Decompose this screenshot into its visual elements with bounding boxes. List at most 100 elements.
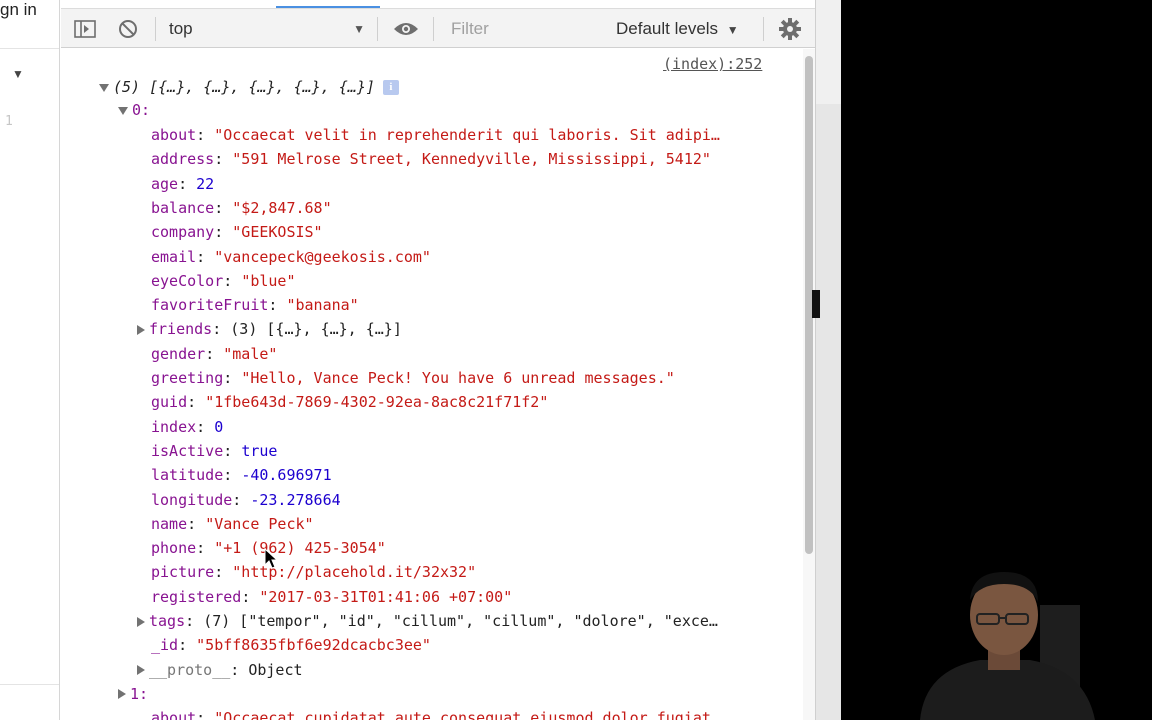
clear-console-icon[interactable] [116,18,140,40]
property-value: "Hello, Vance Peck! You have 6 unread me… [241,369,675,387]
property-row: index: 0 [151,417,224,436]
property-key: gender [151,344,206,363]
console-output: (index):252 (5) [{…}, {…}, {…}, {…}, {…}… [61,49,803,720]
property-row: gender: "male" [151,344,278,363]
property-value: 22 [196,174,215,193]
property-value: "blue" [241,271,296,290]
property-row: about: "Occaecat velit in reprehenderit … [151,126,720,144]
expand-triangle-icon[interactable] [137,665,145,676]
property-key: guid [151,393,188,412]
property-key: longitude [151,490,233,509]
property-row: registered: "2017-03-31T01:41:06 +07:00" [151,587,513,606]
property-value: "1fbe643d-7869-4302-92ea-8ac8c21f71f2" [205,393,549,412]
line-number: 1 [5,114,13,129]
array-row[interactable]: (5) [{…}, {…}, {…}, {…}, {…}] i [99,76,399,98]
property-key: _id [151,636,179,655]
property-key: email [151,247,197,266]
log-levels-label: Default levels [616,19,719,38]
toolbar-separator [377,17,378,41]
page-strip: gn in ▼ 1 [0,0,60,720]
property-key: balance [151,198,215,217]
property-value: "2017-03-31T01:41:06 +07:00" [259,587,513,606]
property-row: greeting: "Hello, Vance Peck! You have 6… [151,369,675,387]
expand-triangle-icon[interactable] [118,106,128,115]
property-key: address [151,150,215,169]
gear-icon[interactable] [778,18,802,40]
property-value: (3) [{…}, {…}, {…}] [230,320,402,339]
property-value: -40.696971 [241,466,332,485]
property-row: _id: "5bff8635fbf6e92dcacbc3ee" [151,636,431,655]
info-icon[interactable]: i [382,80,399,95]
property-row: eyeColor: "blue" [151,271,296,290]
property-key: __proto__ [149,660,231,679]
source-link[interactable]: (index):252 [663,55,762,73]
property-key: eyeColor [151,271,224,290]
devtools-panel: top ▼ Default levels ▼ (index):252 (5) [… [61,0,816,720]
property-key: greeting [151,369,224,387]
eye-icon[interactable] [393,18,419,40]
expand-triangle-icon[interactable] [137,324,145,335]
property-key: latitude [151,466,224,485]
property-value: "vancepeck@geekosis.com" [214,247,431,266]
mouse-cursor-icon [264,548,278,569]
property-value: "GEEKOSIS" [232,223,323,242]
property-value: "$2,847.68" [232,198,332,217]
property-row: favoriteFruit: "banana" [151,296,359,315]
property-value: "5bff8635fbf6e92dcacbc3ee" [196,636,431,655]
property-key: tags [149,612,186,630]
object-row[interactable]: 0: [118,99,150,121]
property-key: isActive [151,441,224,460]
divider [0,48,59,49]
property-row[interactable]: tags: (7) ["tempor", "id", "cillum", "ci… [137,610,718,632]
dropdown-arrow-icon: ▼ [353,22,365,36]
expand-triangle-icon[interactable] [118,689,126,700]
sidebar-toggle-icon[interactable] [73,18,97,40]
property-row[interactable]: friends: (3) [{…}, {…}, {…}] [137,318,402,340]
property-row: isActive: true [151,441,278,460]
property-row: picture: "http://placehold.it/32x32" [151,563,477,582]
toolbar-separator [433,17,434,41]
filter-input[interactable] [445,17,603,41]
property-key: registered [151,587,242,606]
property-value: "male" [223,344,278,363]
property-row: company: "GEEKOSIS" [151,223,323,242]
property-value: (7) ["tempor", "id", "cillum", "cillum",… [203,612,718,630]
property-key: company [151,223,215,242]
property-row: about: "Occaecat cupidatat aute consequa… [151,707,720,720]
page-edge [816,0,841,720]
property-key: favoriteFruit [151,296,269,315]
property-row[interactable]: __proto__: Object [137,659,303,681]
property-key: friends [149,320,213,339]
property-row: email: "vancepeck@geekosis.com" [151,247,431,266]
context-selector[interactable]: top ▼ [169,17,365,41]
property-row: balance: "$2,847.68" [151,198,332,217]
dropdown-arrow-icon: ▼ [726,23,739,37]
property-row: address: "591 Melrose Street, Kennedyvil… [151,150,711,169]
toolbar-separator [763,17,764,41]
property-value: Object [248,660,303,679]
property-value: "Occaecat cupidatat aute consequat eiusm… [214,709,720,720]
property-value: "+1 (962) 425-3054" [214,539,386,558]
property-row: longitude: -23.278664 [151,490,341,509]
property-value: -23.278664 [250,490,341,509]
property-key: index [151,417,197,436]
property-value: "Vance Peck" [205,514,314,533]
webcam-presenter-image [920,572,1095,720]
property-row: name: "Vance Peck" [151,514,314,533]
chevron-down-icon[interactable]: ▼ [12,67,24,81]
property-value: "Occaecat velit in reprehenderit qui lab… [214,126,720,144]
expand-triangle-icon[interactable] [137,616,145,627]
sign-in-link[interactable]: gn in [0,0,37,20]
property-value: 0 [214,417,224,436]
log-levels-dropdown[interactable]: Default levels ▼ [616,17,739,41]
object-row[interactable]: 1: [118,683,148,705]
context-value: top [169,19,193,38]
property-value: "banana" [286,296,359,315]
property-row: latitude: -40.696971 [151,466,332,485]
property-key: picture [151,563,215,582]
property-value: true [241,441,278,460]
divider [0,684,59,685]
property-row: age: 22 [151,174,215,193]
console-toolbar: top ▼ Default levels ▼ [61,8,815,48]
expand-triangle-icon[interactable] [99,83,109,92]
